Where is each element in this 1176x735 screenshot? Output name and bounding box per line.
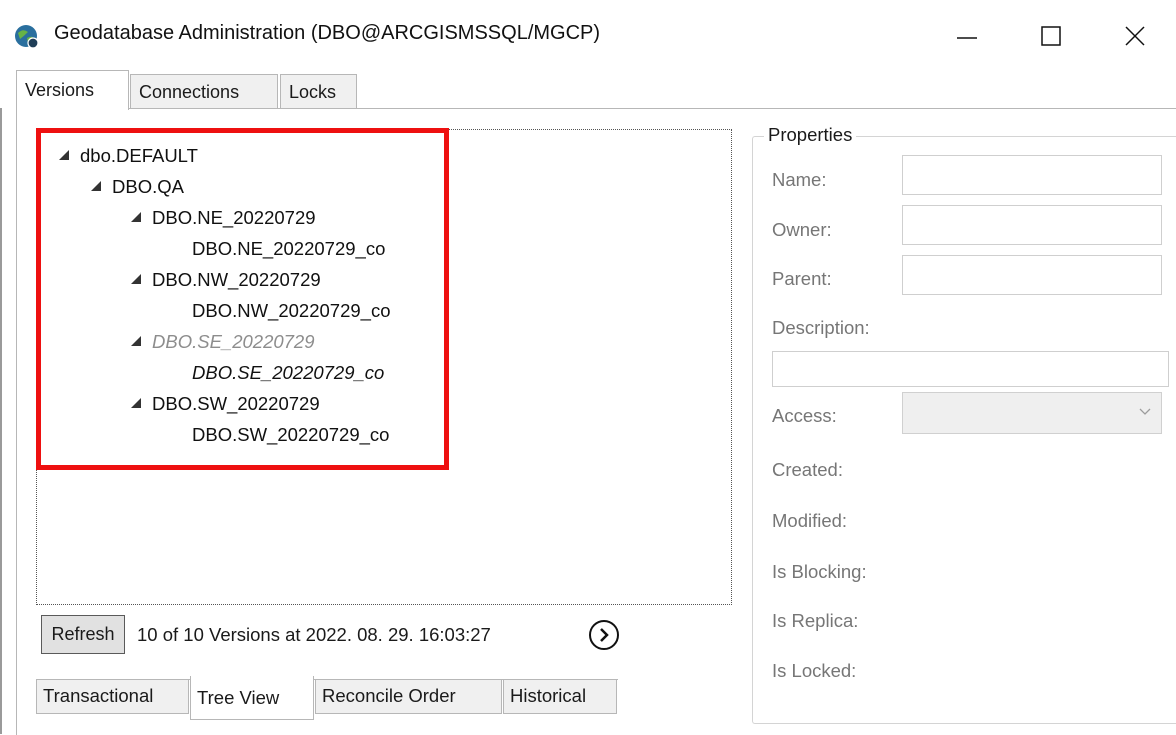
tree-node-label: dbo.DEFAULT <box>80 145 198 166</box>
tree-node-dbo-se[interactable]: DBO.SE_20220729 <box>130 331 315 353</box>
tree-node-dbo-sw-co[interactable]: DBO.SW_20220729_co <box>192 424 389 446</box>
title-bar[interactable]: Geodatabase Administration (DBO@ARCGISMS… <box>0 0 1176 72</box>
expand-arrow-icon[interactable] <box>58 149 70 161</box>
tab-tree-view[interactable]: Tree View <box>190 676 314 720</box>
tree-node-dbo-qa[interactable]: DBO.QA <box>90 176 184 198</box>
tree-node-label: DBO.QA <box>112 176 184 197</box>
tree-node-dbo-ne[interactable]: DBO.NE_20220729 <box>130 207 316 229</box>
name-label: Name: <box>772 169 827 190</box>
properties-title: Properties <box>764 124 857 146</box>
close-icon <box>1125 26 1145 46</box>
modified-label: Modified: <box>772 510 848 531</box>
tree-node-label: DBO.NE_20220729_co <box>192 238 386 259</box>
tree-node-label: DBO.SW_20220729 <box>152 393 320 414</box>
access-dropdown[interactable] <box>902 392 1162 434</box>
chevron-down-icon <box>1139 408 1151 415</box>
version-status-text: 10 of 10 Versions at 2022. 08. 29. 16:03… <box>137 624 491 645</box>
is-locked-label: Is Locked: <box>772 660 857 681</box>
expand-arrow-icon[interactable] <box>90 180 102 192</box>
tree-node-label: DBO.SE_20220729_co <box>192 362 385 383</box>
chevron-right-circle-icon[interactable] <box>588 619 620 651</box>
window-title: Geodatabase Administration (DBO@ARCGISMS… <box>54 22 601 44</box>
tree-node-dbo-default[interactable]: dbo.DEFAULT <box>58 145 198 167</box>
tab-connections[interactable]: Connections <box>130 74 278 108</box>
tree-node-dbo-se-co[interactable]: DBO.SE_20220729_co <box>192 362 384 384</box>
tab-versions[interactable]: Versions <box>16 70 129 110</box>
tab-transactional[interactable]: Transactional <box>36 680 189 714</box>
tree-node-label: DBO.SE_20220729 <box>152 331 315 352</box>
name-field[interactable] <box>902 155 1162 195</box>
maximize-button[interactable] <box>1020 0 1082 72</box>
maximize-icon <box>1041 26 1061 46</box>
refresh-button[interactable]: Refresh <box>41 615 125 654</box>
tree-node-dbo-nw[interactable]: DBO.NW_20220729 <box>130 269 321 291</box>
access-label: Access: <box>772 405 837 426</box>
parent-field[interactable] <box>902 255 1162 295</box>
window-left-edge <box>0 108 2 734</box>
owner-label: Owner: <box>772 219 832 240</box>
owner-field[interactable] <box>902 205 1162 245</box>
tree-node-label: DBO.NW_20220729_co <box>192 300 391 321</box>
is-blocking-label: Is Blocking: <box>772 561 867 582</box>
is-replica-label: Is Replica: <box>772 610 859 631</box>
close-button[interactable] <box>1104 0 1166 72</box>
minimize-icon <box>957 37 977 39</box>
tab-reconcile-order[interactable]: Reconcile Order <box>315 680 502 714</box>
geodatabase-admin-window: Geodatabase Administration (DBO@ARCGISMS… <box>0 0 1176 735</box>
globe-app-icon <box>15 25 39 49</box>
description-field[interactable] <box>772 351 1169 387</box>
expand-arrow-icon[interactable] <box>130 273 142 285</box>
minimize-button[interactable] <box>936 0 998 72</box>
created-label: Created: <box>772 459 843 480</box>
tree-node-dbo-ne-co[interactable]: DBO.NE_20220729_co <box>192 238 385 260</box>
expand-arrow-icon[interactable] <box>130 397 142 409</box>
tree-node-dbo-nw-co[interactable]: DBO.NW_20220729_co <box>192 300 390 322</box>
parent-label: Parent: <box>772 268 832 289</box>
tab-historical[interactable]: Historical <box>503 680 617 714</box>
description-label: Description: <box>772 317 870 338</box>
tree-node-label: DBO.NE_20220729 <box>152 207 316 228</box>
expand-arrow-icon[interactable] <box>130 335 142 347</box>
expand-arrow-icon[interactable] <box>130 211 142 223</box>
tree-node-label: DBO.SW_20220729_co <box>192 424 390 445</box>
tree-node-label: DBO.NW_20220729 <box>152 269 321 290</box>
tree-node-dbo-sw[interactable]: DBO.SW_20220729 <box>130 393 320 415</box>
tab-locks[interactable]: Locks <box>280 74 357 108</box>
